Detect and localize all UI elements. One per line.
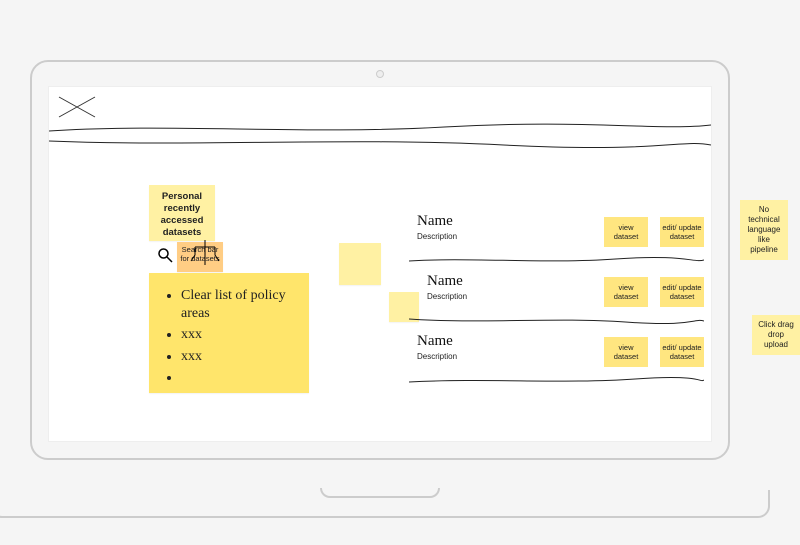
sketch-divider [49, 121, 711, 135]
search-icon[interactable] [157, 247, 173, 263]
dataset-description: Description [427, 292, 604, 301]
dataset-name: Name [417, 213, 604, 230]
policy-list-item: Clear list of policy areas [181, 287, 295, 322]
laptop-body: Personal recently accessed datasets Sear… [30, 60, 730, 460]
dataset-name: Name [427, 273, 604, 290]
view-dataset-button[interactable]: view dataset [604, 217, 648, 247]
policy-list-item: xxx [181, 326, 295, 344]
view-dataset-button[interactable]: view dataset [604, 277, 648, 307]
note-policy-areas-list[interactable]: Clear list of policy areas xxx xxx [149, 273, 309, 393]
dataset-description: Description [417, 352, 604, 361]
view-dataset-button[interactable]: view dataset [604, 337, 648, 367]
sketch-divider [409, 255, 704, 265]
sketch-divider [49, 135, 711, 149]
logo-placeholder-x-icon [57, 93, 97, 121]
sketch-divider [409, 315, 704, 325]
edit-dataset-button[interactable]: edit/ update dataset [660, 217, 704, 247]
policy-list-item [181, 369, 295, 387]
camera-icon [376, 70, 384, 78]
dataset-row: Name Description view dataset edit/ upda… [409, 325, 704, 375]
sketch-divider [409, 375, 704, 385]
note-drag-drop-upload[interactable]: Click drag drop upload [752, 315, 800, 355]
laptop-frame: Personal recently accessed datasets Sear… [30, 60, 730, 490]
laptop-base [0, 490, 770, 518]
wireframe-screen: Personal recently accessed datasets Sear… [48, 86, 712, 442]
dataset-description: Description [417, 232, 604, 241]
note-search-bar[interactable]: Search bar for datasets [177, 242, 223, 272]
note-no-technical-language[interactable]: No technical language like pipeline [740, 200, 788, 260]
note-recently-accessed[interactable]: Personal recently accessed datasets [149, 185, 215, 241]
dataset-name: Name [417, 333, 604, 350]
note-blank-square[interactable] [339, 243, 381, 285]
edit-dataset-button[interactable]: edit/ update dataset [660, 277, 704, 307]
edit-dataset-button[interactable]: edit/ update dataset [660, 337, 704, 367]
dataset-row: Name Description view dataset edit/ upda… [419, 265, 704, 315]
policy-list-item: xxx [181, 348, 295, 366]
dataset-list: Name Description view dataset edit/ upda… [409, 205, 704, 385]
dataset-row: Name Description view dataset edit/ upda… [409, 205, 704, 255]
laptop-notch [320, 488, 440, 498]
